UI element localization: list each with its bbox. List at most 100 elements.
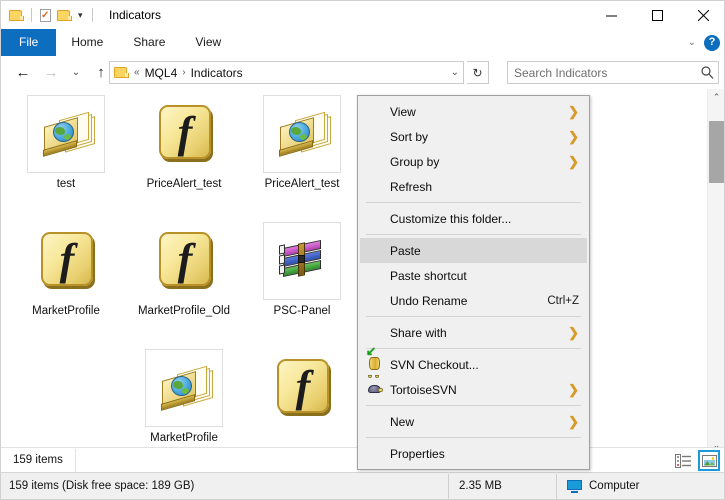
breadcrumb[interactable]: « MQL4 › Indicators ⌄	[109, 61, 464, 84]
address-dropdown-icon[interactable]: ⌄	[451, 62, 459, 83]
menu-separator	[366, 234, 581, 235]
menu-item-paste-shortcut[interactable]: Paste shortcut	[358, 263, 589, 288]
properties-icon[interactable]: ✓	[39, 8, 53, 23]
menu-item-view[interactable]: View ❯	[358, 99, 589, 124]
expand-ribbon-icon[interactable]: ⌄	[688, 37, 696, 48]
chevron-down-icon[interactable]: ▾	[76, 1, 85, 29]
tab-home[interactable]: Home	[56, 29, 118, 56]
svn-checkout-icon: ↙	[366, 345, 383, 373]
menu-item-refresh[interactable]: Refresh	[358, 174, 589, 199]
file-item[interactable]: PSC-Panel	[243, 216, 361, 343]
ex4-compiled-icon: f	[27, 222, 105, 300]
menu-item-accelerator: Ctrl+Z	[547, 294, 579, 307]
selection-size-text: 2.35 MB	[448, 473, 556, 499]
vertical-scrollbar[interactable]: ⌃ ⌄	[707, 89, 724, 454]
file-item-hidden[interactable]	[7, 343, 125, 454]
file-item[interactable]: test	[7, 89, 125, 216]
breadcrumb-overflow[interactable]: «	[134, 67, 140, 78]
menu-item-undo-rename[interactable]: Undo Rename Ctrl+Z	[358, 288, 589, 313]
menu-item-new[interactable]: New ❯	[358, 409, 589, 434]
menu-item-paste[interactable]: Paste	[360, 238, 587, 263]
ribbon-tabs: File Home Share View	[1, 29, 236, 56]
breadcrumb-item-mql4[interactable]: MQL4	[145, 66, 178, 80]
tab-view[interactable]: View	[180, 29, 236, 56]
tab-file[interactable]: File	[1, 29, 57, 56]
file-item[interactable]: f MarketProfile_Old	[125, 216, 243, 343]
monitor-icon	[567, 479, 582, 493]
menu-item-label: Sort by	[390, 129, 429, 144]
window-controls	[588, 1, 724, 29]
menu-item-properties[interactable]: Properties	[358, 441, 589, 466]
file-label: test	[56, 178, 76, 190]
new-folder-icon[interactable]	[57, 9, 72, 22]
forward-button: →	[43, 64, 59, 81]
breadcrumb-folder-icon	[114, 66, 129, 79]
breadcrumb-item-indicators[interactable]: Indicators	[191, 66, 243, 80]
ex4-compiled-icon: f	[263, 349, 341, 427]
scrollbar-thumb[interactable]	[709, 121, 724, 183]
chevron-right-icon: ❯	[568, 104, 579, 119]
back-button[interactable]: ←	[9, 56, 37, 89]
location-indicator: Computer	[556, 473, 724, 499]
file-label: PriceAlert_test	[264, 178, 340, 190]
search-box[interactable]	[507, 61, 719, 84]
ribbon-tab-bar: File Home Share View ⌄ ?	[1, 29, 724, 57]
file-item[interactable]: f PriceAlert_test	[125, 89, 243, 216]
menu-item-label: Customize this folder...	[390, 211, 512, 226]
file-item[interactable]: f MarketProfile	[7, 216, 125, 343]
menu-item-label: Share with	[390, 325, 447, 340]
file-item[interactable]: MarketProfile	[125, 343, 243, 454]
menu-item-group-by[interactable]: Group by ❯	[358, 149, 589, 174]
search-icon[interactable]	[696, 66, 718, 79]
mq4-source-icon	[263, 95, 341, 173]
minimize-button[interactable]	[588, 1, 634, 29]
close-button[interactable]	[680, 1, 724, 29]
menu-item-sort-by[interactable]: Sort by ❯	[358, 124, 589, 149]
breadcrumb-separator[interactable]: ›	[182, 67, 185, 78]
menu-item-tortoisesvn[interactable]: TortoiseSVN ❯	[358, 375, 589, 402]
view-toggle-buttons	[672, 450, 720, 471]
help-icon[interactable]: ?	[704, 34, 720, 51]
file-label: MarketProfile_Old	[137, 305, 231, 317]
recent-locations-icon[interactable]: ⌄	[65, 56, 87, 89]
qat-divider-2	[91, 8, 93, 22]
status-item-count: 159 items	[1, 449, 76, 472]
file-item[interactable]: f	[243, 343, 361, 454]
menu-item-label: Paste shortcut	[390, 268, 467, 283]
menu-separator	[366, 202, 581, 203]
menu-item-label: TortoiseSVN	[390, 382, 457, 397]
ex4-compiled-icon: f	[145, 95, 223, 173]
menu-item-svn-checkout[interactable]: ↙ SVN Checkout...	[358, 345, 589, 377]
menu-item-share-with[interactable]: Share with ❯	[358, 320, 589, 345]
menu-item-label: Group by	[390, 154, 440, 169]
address-bar: ← → ⌄ ↑ « MQL4 › Indicators ⌄ ↻	[1, 56, 724, 89]
search-input[interactable]	[508, 64, 696, 81]
tortoisesvn-icon	[366, 375, 383, 398]
mq4-source-icon	[27, 95, 105, 173]
menu-item-label: Refresh	[390, 179, 433, 194]
menu-item-label: Properties	[390, 446, 445, 461]
refresh-button[interactable]: ↻	[467, 61, 489, 84]
tab-share[interactable]: Share	[118, 29, 180, 56]
quick-access-toolbar: ✓ ▾	[9, 1, 96, 29]
location-label: Computer	[589, 480, 640, 492]
file-item[interactable]: PriceAlert_test	[243, 89, 361, 216]
menu-separator	[366, 405, 581, 406]
ribbon-right-controls: ⌄ ?	[688, 29, 720, 56]
maximize-button[interactable]	[634, 1, 680, 29]
details-view-icon[interactable]	[672, 450, 694, 471]
title-bar: ✓ ▾ Indicators	[1, 1, 724, 29]
large-icons-view-icon[interactable]	[698, 450, 720, 471]
context-menu[interactable]: View ❯ Sort by ❯ Group by ❯ Refresh Cust…	[357, 95, 590, 470]
menu-item-label: Paste	[390, 243, 421, 258]
menu-separator	[366, 348, 581, 349]
menu-separator	[366, 437, 581, 438]
folder-icon[interactable]	[9, 9, 24, 22]
scroll-up-icon[interactable]: ⌃	[708, 89, 724, 106]
menu-item-label: View	[390, 104, 416, 119]
chevron-right-icon: ❯	[568, 325, 579, 340]
menu-item-label: Undo Rename	[390, 293, 468, 308]
menu-item-customize-this-folder[interactable]: Customize this folder...	[358, 206, 589, 231]
chevron-right-icon: ❯	[568, 382, 579, 397]
chevron-right-icon: ❯	[568, 414, 579, 429]
